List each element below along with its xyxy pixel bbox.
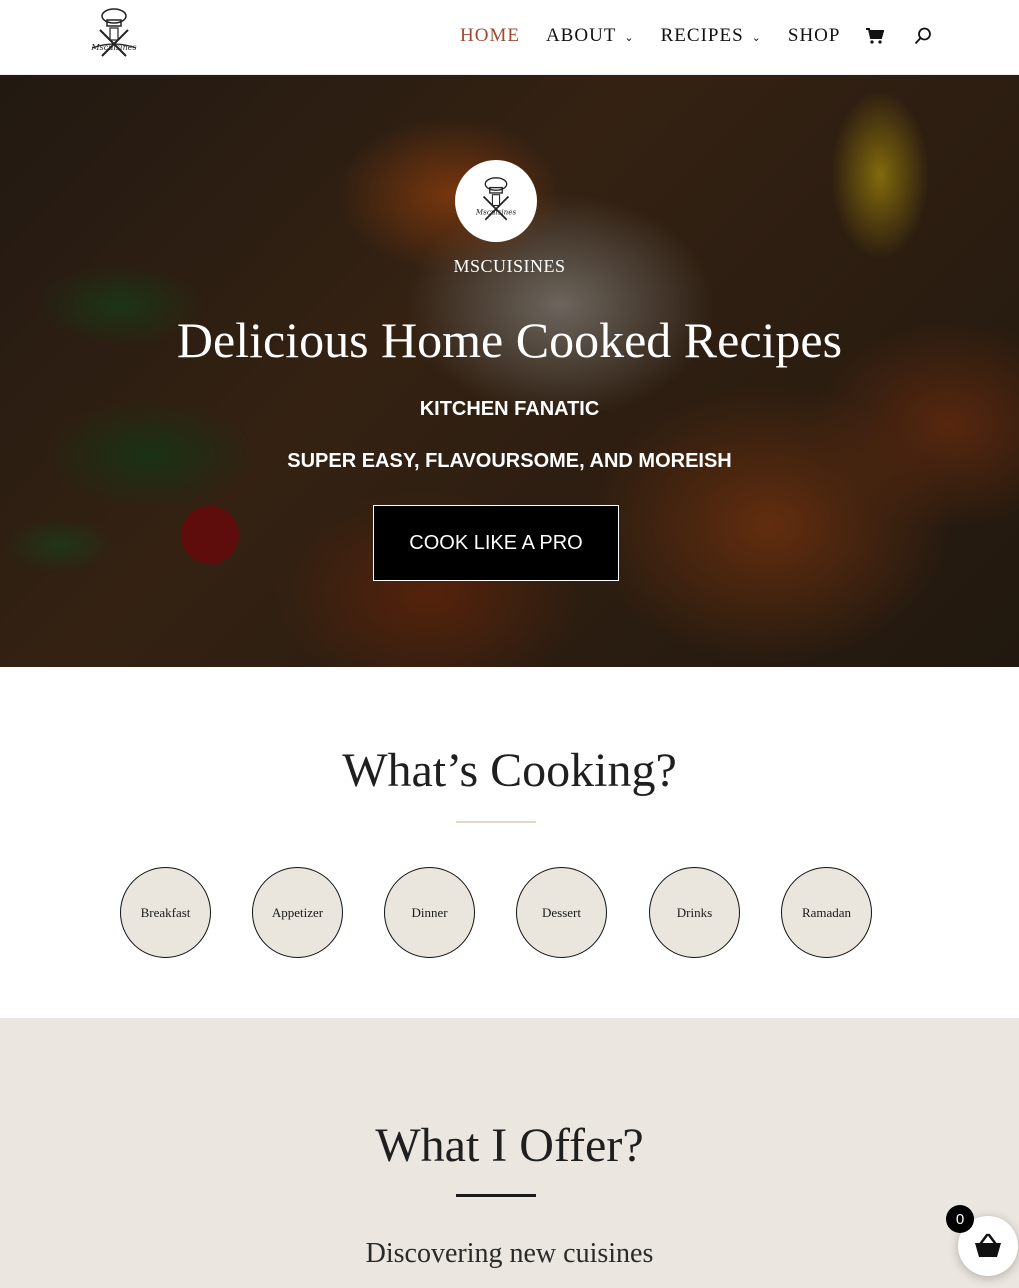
- hero-title: Delicious Home Cooked Recipes: [176, 312, 843, 368]
- chevron-down-icon: ⌄: [624, 31, 635, 44]
- category-breakfast[interactable]: Breakfast: [120, 867, 211, 958]
- nav-shop[interactable]: SHOP: [788, 25, 841, 47]
- main-nav: HOME ABOUT ⌄ RECIPES ⌄ SHOP: [460, 22, 932, 50]
- category-drinks[interactable]: Drinks: [649, 867, 740, 958]
- nav-recipes[interactable]: RECIPES ⌄: [661, 25, 762, 47]
- nav-about[interactable]: ABOUT ⌄: [546, 25, 635, 47]
- nav-recipes-label: RECIPES: [660, 25, 744, 46]
- hero-subtitle-1: KITCHEN FANATIC: [419, 398, 600, 420]
- mscuisines-logo: Mscuisines: [475, 177, 517, 221]
- basket-icon: [975, 1233, 1001, 1257]
- chevron-down-icon: ⌄: [751, 31, 762, 44]
- offer-subtitle: Discovering new cuisines: [365, 1238, 654, 1269]
- nav-home-label: HOME: [460, 25, 520, 46]
- hero-section: Mscuisines MSCUISINES Delicious Home Coo…: [0, 75, 1019, 667]
- nav-home[interactable]: HOME: [460, 25, 520, 47]
- site-header: Mscuisines HOME ABOUT ⌄ RECIPES ⌄ SHOP: [0, 0, 1019, 75]
- category-appetizer[interactable]: Appetizer: [252, 867, 343, 958]
- cart-count-badge: 0: [946, 1205, 974, 1233]
- mscuisines-logo[interactable]: Mscuisines: [86, 4, 142, 66]
- svg-text:Mscuisines: Mscuisines: [475, 207, 517, 216]
- hero-subtitle-2: SUPER EASY, FLAVOURSOME, AND MOREISH: [287, 450, 732, 472]
- hero-logo-badge: Mscuisines: [455, 160, 537, 242]
- offer-section: What I Offer? Discovering new cuisines: [0, 1018, 1019, 1288]
- category-dinner[interactable]: Dinner: [384, 867, 475, 958]
- what-i-offer-title: What I Offer?: [375, 1119, 644, 1172]
- section-divider: [456, 1194, 536, 1197]
- search-icon[interactable]: [914, 27, 932, 45]
- hero-brand: MSCUISINES: [453, 256, 566, 276]
- whats-cooking-title: What’s Cooking?: [342, 744, 677, 797]
- category-dessert[interactable]: Dessert: [516, 867, 607, 958]
- nav-shop-label: SHOP: [787, 25, 841, 46]
- cart-icon[interactable]: [866, 28, 885, 44]
- nav-about-label: ABOUT: [545, 25, 617, 46]
- cook-like-a-pro-button[interactable]: COOK LIKE A PRO: [373, 505, 619, 581]
- svg-text:Mscuisines: Mscuisines: [90, 43, 136, 52]
- category-ramadan[interactable]: Ramadan: [781, 867, 872, 958]
- section-divider: [456, 821, 536, 823]
